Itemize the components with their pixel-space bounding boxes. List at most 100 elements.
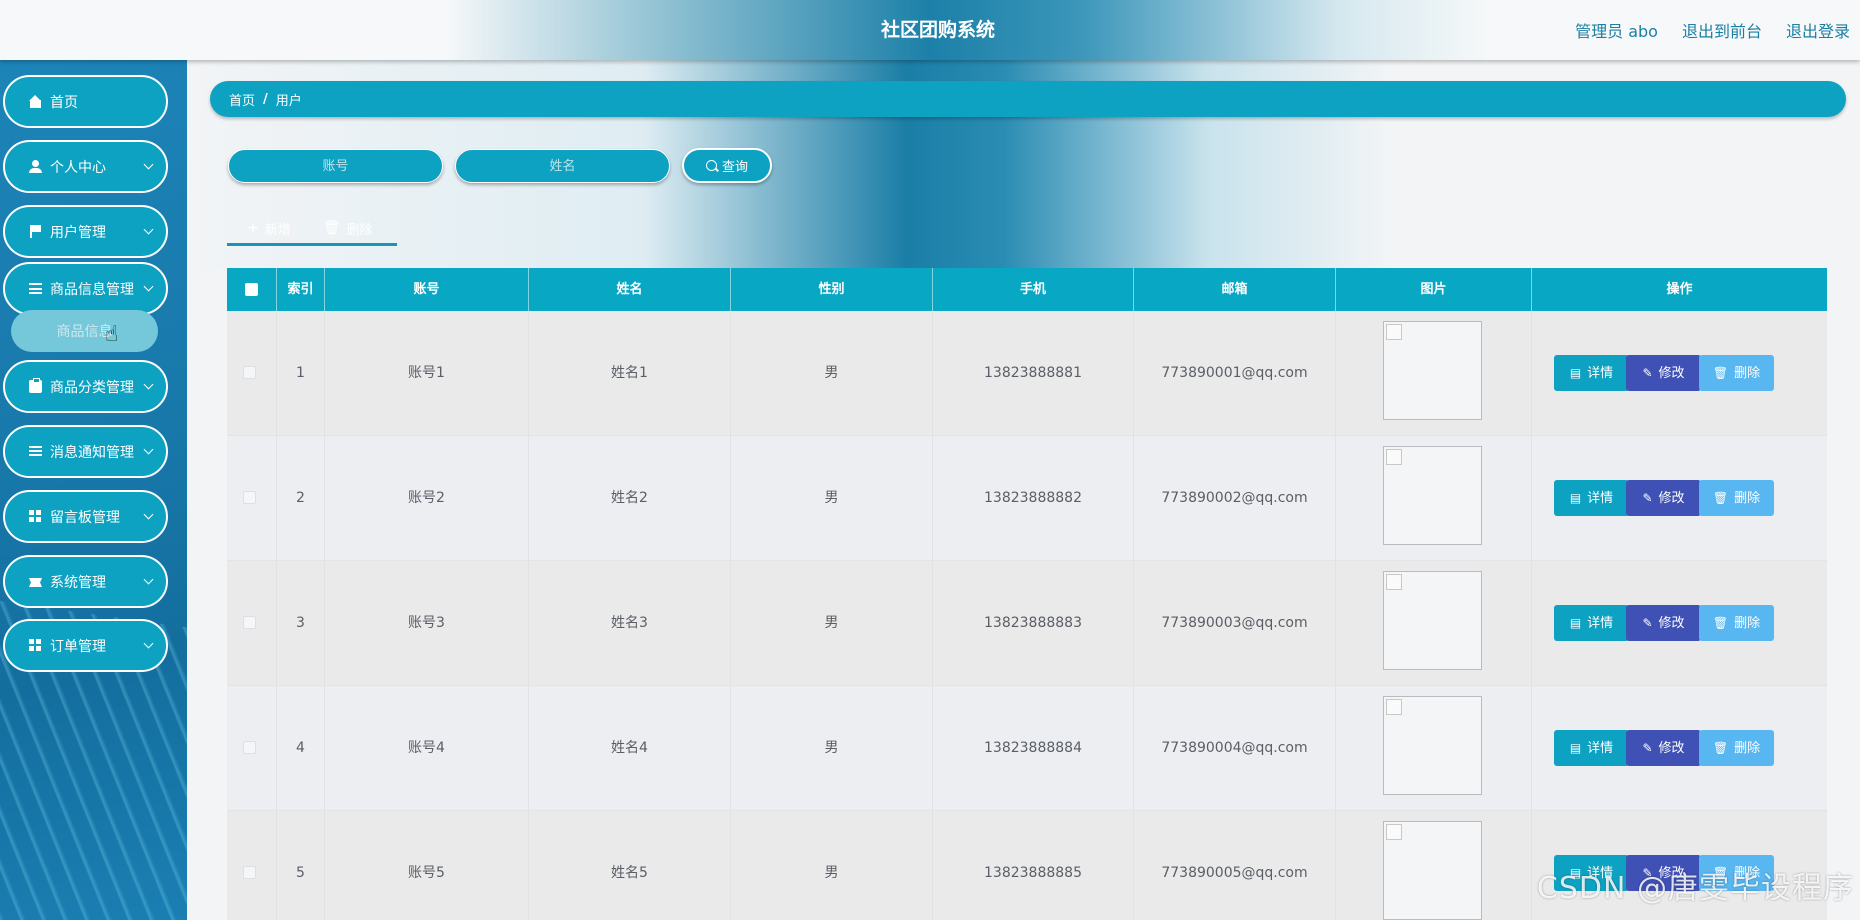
clipboard-icon (29, 378, 42, 393)
select-all-checkbox[interactable] (245, 283, 258, 296)
cell-phone: 13823888882 (933, 436, 1134, 561)
back-to-front-link[interactable]: 退出到前台 (1682, 18, 1762, 42)
list-icon (29, 445, 42, 458)
sidebar-item-product-info-management[interactable]: 商品信息管理 (3, 262, 168, 315)
batch-delete-button[interactable]: 🗑 删除 (323, 210, 373, 246)
row-select-cell (227, 561, 277, 686)
sliders-icon (29, 283, 42, 294)
edit-button[interactable]: ✎ 修改 (1626, 355, 1701, 391)
edit-button[interactable]: ✎ 修改 (1626, 480, 1701, 516)
cell-name: 姓名4 (529, 686, 731, 811)
row-checkbox[interactable] (243, 741, 256, 754)
cell-account: 账号1 (325, 311, 529, 436)
cell-gender: 男 (731, 436, 933, 561)
logout-link[interactable]: 退出登录 (1786, 18, 1850, 42)
delete-button[interactable]: 🗑 删除 (1699, 730, 1774, 766)
table-header: 索引 账号 姓名 性别 手机 邮箱 图片 操作 (227, 268, 1827, 311)
breadcrumb: 首页 / 用户 (210, 81, 1846, 117)
search-icon (705, 160, 717, 171)
image-cell (1336, 436, 1532, 561)
watermark: CSDN @唐雯毕设程序 (1536, 871, 1854, 906)
operations-cell: ▤ 详情 ✎ 修改 🗑 删除 (1532, 311, 1827, 436)
grid-icon (29, 639, 42, 652)
cell-name: 姓名5 (529, 811, 731, 920)
row-checkbox[interactable] (243, 366, 256, 379)
sidebar-item-system-management[interactable]: 系统管理 (3, 555, 168, 608)
trash-icon: 🗑 (322, 220, 341, 236)
name-search-input[interactable] (455, 149, 670, 183)
sidebar-item-label: 留言板管理 (50, 509, 120, 526)
batch-delete-button-label: 删除 (346, 222, 373, 238)
detail-button-label: 详情 (1587, 615, 1614, 631)
sidebar-item-label: 个人中心 (50, 159, 106, 176)
sidebar-item-message-board-management[interactable]: 留言板管理 (3, 490, 168, 543)
row-select-cell (227, 311, 277, 436)
search-button[interactable]: 查询 (682, 148, 772, 183)
submenu-item-product-info[interactable]: 商品信息 (11, 310, 158, 352)
trash-icon: 🗑 (1712, 740, 1729, 755)
sidebar-item-product-category-management[interactable]: 商品分类管理 (3, 360, 168, 413)
account-search-input[interactable] (228, 149, 443, 183)
edit-button-label: 修改 (1658, 740, 1685, 756)
cell-gender: 男 (731, 561, 933, 686)
row-checkbox[interactable] (243, 866, 256, 879)
table-row: 1 账号1 姓名1 男 13823888881 773890001@qq.com ▤ 详情 ✎ 修… (227, 311, 1827, 436)
delete-button[interactable]: 🗑 删除 (1699, 355, 1774, 391)
delete-button[interactable]: 🗑 删除 (1699, 605, 1774, 641)
delete-button-label: 删除 (1734, 490, 1761, 506)
pencil-icon: ✎ (1642, 365, 1653, 380)
chevron-down-icon (143, 281, 154, 292)
broken-image-icon (1383, 571, 1482, 670)
cell-email: 773890005@qq.com (1134, 811, 1336, 920)
action-bar: + 新增 🗑 删除 (227, 210, 373, 246)
cell-name: 姓名1 (529, 311, 731, 436)
operations-cell: ▤ 详情 ✎ 修改 🗑 删除 (1532, 436, 1827, 561)
trash-icon: 🗑 (1712, 615, 1729, 630)
sidebar-item-notification-management[interactable]: 消息通知管理 (3, 425, 168, 478)
chevron-down-icon (143, 574, 154, 585)
image-cell (1336, 311, 1532, 436)
edit-button[interactable]: ✎ 修改 (1626, 730, 1701, 766)
users-table: 索引 账号 姓名 性别 手机 邮箱 图片 操作 1 账号1 姓名1 男 13823888… (227, 268, 1827, 920)
row-checkbox[interactable] (243, 616, 256, 629)
detail-button[interactable]: ▤ 详情 (1554, 480, 1629, 516)
breadcrumb-separator: / (263, 91, 268, 107)
cell-account: 账号2 (325, 436, 529, 561)
top-links: 管理员 abo 退出到前台 退出登录 (1575, 0, 1850, 60)
edit-button[interactable]: ✎ 修改 (1626, 605, 1701, 641)
add-button[interactable]: + 新增 (227, 210, 291, 246)
ticket-icon (29, 578, 42, 587)
trash-icon: 🗑 (1712, 365, 1729, 380)
cell-index: 2 (277, 436, 325, 561)
pencil-icon: ✎ (1642, 615, 1653, 630)
row-select-cell (227, 811, 277, 920)
sidebar-item-order-management[interactable]: 订单管理 (3, 619, 168, 672)
sidebar-item-user-management[interactable]: 用户管理 (3, 205, 168, 258)
column-header: 性别 (731, 268, 933, 311)
sidebar-item-personal-center[interactable]: 个人中心 (3, 140, 168, 193)
breadcrumb-home[interactable]: 首页 (229, 90, 255, 109)
grid-icon (29, 510, 42, 523)
table-row: 3 账号3 姓名3 男 13823888883 773890003@qq.com ▤ 详情 ✎ 修… (227, 561, 1827, 686)
detail-button[interactable]: ▤ 详情 (1554, 730, 1629, 766)
sidebar-item-home[interactable]: 首页 (3, 75, 168, 128)
top-bar: 社区团购系统 管理员 abo 退出到前台 退出登录 (0, 0, 1860, 60)
detail-button[interactable]: ▤ 详情 (1554, 605, 1629, 641)
detail-button[interactable]: ▤ 详情 (1554, 355, 1629, 391)
delete-button-label: 删除 (1734, 740, 1761, 756)
select-all-header (227, 268, 277, 311)
row-checkbox[interactable] (243, 491, 256, 504)
pencil-icon: ✎ (1642, 740, 1653, 755)
detail-button-label: 详情 (1587, 490, 1614, 506)
broken-image-icon (1383, 696, 1482, 795)
broken-image-icon (1383, 321, 1482, 420)
cell-phone: 13823888883 (933, 561, 1134, 686)
cell-index: 4 (277, 686, 325, 811)
document-icon: ▤ (1569, 615, 1582, 630)
detail-button-label: 详情 (1587, 365, 1614, 381)
cell-email: 773890002@qq.com (1134, 436, 1336, 561)
column-header: 邮箱 (1134, 268, 1336, 311)
image-cell (1336, 811, 1532, 920)
user-icon (29, 160, 42, 173)
delete-button[interactable]: 🗑 删除 (1699, 480, 1774, 516)
